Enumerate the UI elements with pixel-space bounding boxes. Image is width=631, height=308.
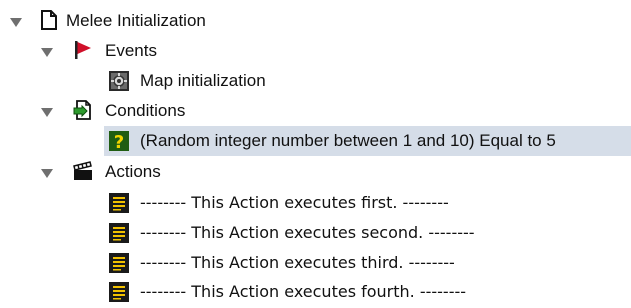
tree-row-event-item[interactable]: Map initialization [0,66,631,96]
comment-icon [108,281,130,303]
comment-icon [108,192,130,214]
tree-row-action-item[interactable]: -------- This Action executes first. ---… [0,188,631,218]
tree-label-action-item: -------- This Action executes second. --… [140,223,475,242]
tree-row-root[interactable]: Melee Initialization [0,6,631,36]
tree-label-event-item: Map initialization [140,71,266,90]
tree-label-action-item: -------- This Action executes fourth. --… [140,282,467,301]
question-mark-icon: ? [108,130,130,153]
tree-label-conditions: Conditions [105,101,186,120]
tree-row-action-item[interactable]: -------- This Action executes second. --… [0,218,631,248]
tree-label-action-item: -------- This Action executes first. ---… [140,193,449,212]
tree-label-events: Events [105,41,157,60]
clapperboard-icon [72,160,94,182]
disclosure-triangle-expanded[interactable] [10,18,22,27]
tree-label-root: Melee Initialization [66,11,206,30]
tree-row-conditions[interactable]: Conditions [0,96,631,126]
trigger-document-icon [38,9,60,31]
tree-row-condition-item[interactable]: ? (Random integer number between 1 and 1… [104,126,631,156]
comment-icon [108,252,130,274]
tree-label-action-item: -------- This Action executes third. ---… [140,253,455,272]
svg-text:?: ? [114,132,124,152]
red-flag-icon [72,39,94,61]
disclosure-triangle-expanded[interactable] [41,108,53,117]
tree-row-action-item[interactable]: -------- This Action executes fourth. --… [0,277,631,307]
tree-row-action-item[interactable]: -------- This Action executes third. ---… [0,248,631,278]
tree-row-actions[interactable]: Actions [0,157,631,187]
tree-row-events[interactable]: Events [0,36,631,66]
tree-label-actions: Actions [105,162,161,181]
disclosure-triangle-expanded[interactable] [41,169,53,178]
comment-icon [108,222,130,244]
conditions-doc-icon [72,99,94,121]
disclosure-triangle-expanded[interactable] [41,48,53,57]
gear-map-icon [108,70,130,92]
trigger-tree: Melee Initialization Events Map initiali… [0,0,631,305]
tree-label-condition-item: (Random integer number between 1 and 10)… [140,131,556,150]
